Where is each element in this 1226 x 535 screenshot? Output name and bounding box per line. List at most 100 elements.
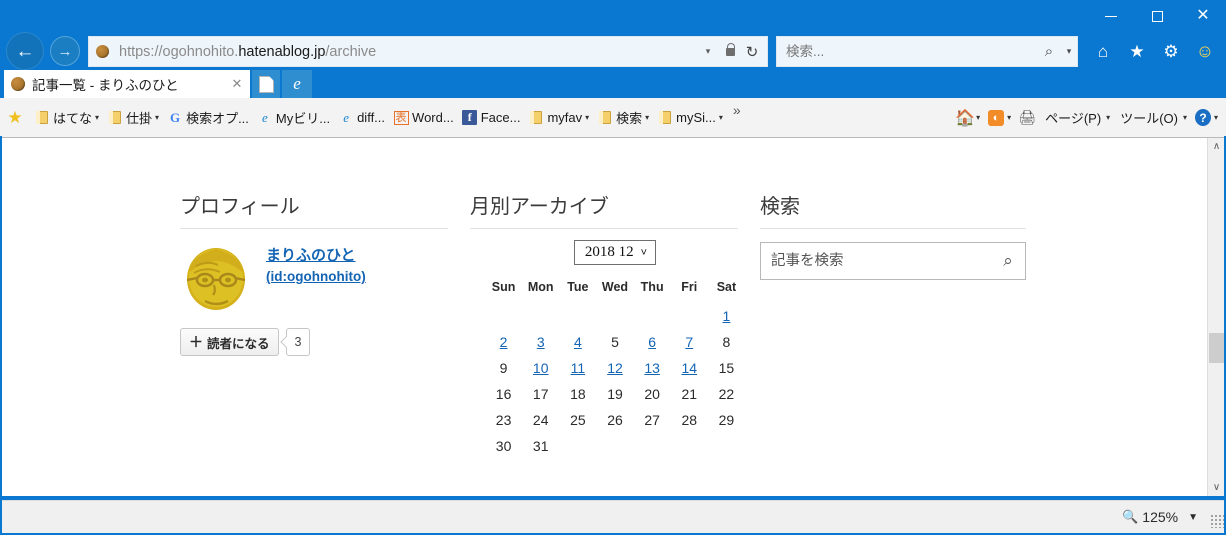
calendar-day-link[interactable]: 4 [574, 334, 582, 350]
site-search-box[interactable]: ⌕ [760, 242, 1026, 280]
calendar-day-link[interactable]: 11 [571, 360, 586, 376]
favorite-item-my-billing[interactable]: e Myビリ... [253, 104, 334, 132]
profile-name-link[interactable]: まりふのひと [266, 246, 366, 266]
scroll-up-button[interactable]: ∧ [1208, 138, 1225, 155]
month-select[interactable]: 2018 12 ˅ [573, 240, 657, 265]
avatar[interactable] [180, 242, 252, 314]
tab-article-list[interactable]: 記事一覧 - まりふのひと ✕ [4, 70, 250, 98]
calendar-day-cell [559, 303, 596, 329]
tools-menu-button[interactable]: ツール(O) ▾ [1114, 104, 1191, 132]
subscribe-button[interactable]: ＋ 読者になる [180, 328, 279, 356]
favorite-label: 仕掛 [126, 111, 153, 126]
calendar-day-text: 30 [495, 438, 512, 454]
favorites-overflow-icon[interactable]: » [727, 102, 747, 118]
print-button[interactable]: 🖨 [1015, 104, 1039, 132]
calendar-day-link[interactable]: 12 [607, 360, 623, 376]
resize-grip[interactable] [1210, 514, 1224, 528]
close-button[interactable]: ✕ [1180, 0, 1226, 32]
zoom-control[interactable]: 🔍 125% ▼ [1122, 509, 1206, 525]
zoom-magnifier-icon: 🔍 [1122, 509, 1139, 524]
edge-open-button[interactable]: e [282, 70, 312, 98]
calendar-day-cell[interactable]: 13 [634, 355, 671, 381]
calendar-day-cell[interactable]: 1 [708, 303, 745, 329]
tab-close-icon[interactable]: ✕ [224, 76, 250, 92]
smiley-feedback-icon[interactable]: ☺ [1188, 36, 1222, 67]
forward-button[interactable]: → [50, 36, 80, 66]
help-menu-button[interactable]: ? ▾ [1191, 104, 1222, 132]
calendar-day-cell: 30 [485, 433, 522, 459]
browser-window: ✕ ← → https://ogohnohito.hatenablog.jp/a… [0, 0, 1226, 535]
calendar-day-link[interactable]: 2 [500, 334, 508, 350]
maximize-button[interactable] [1134, 0, 1180, 32]
browser-search-provider-caret-icon[interactable]: ▾ [1061, 46, 1077, 57]
browser-search-bar[interactable]: ⌕ ▾ [776, 36, 1078, 67]
chevron-down-icon: ▾ [1106, 113, 1111, 122]
calendar-day-cell [671, 303, 708, 329]
browser-search-input[interactable] [777, 43, 1037, 60]
calendar-day-cell: 15 [708, 355, 745, 381]
calendar-day-link[interactable]: 3 [537, 334, 545, 350]
calendar-day-link[interactable]: 7 [685, 334, 693, 350]
calendar-day-cell [634, 303, 671, 329]
calendar-day-cell [596, 433, 633, 459]
folder-icon [597, 110, 613, 126]
month-select-value: 2018 12 [584, 244, 634, 260]
back-arrow-icon: ← [15, 40, 35, 62]
favorite-item-facebook[interactable]: f Face... [458, 104, 525, 132]
calendar-day-cell[interactable]: 6 [634, 329, 671, 355]
calendar-day-cell[interactable]: 4 [559, 329, 596, 355]
calendar-day-cell[interactable]: 10 [522, 355, 559, 381]
profile-links: まりふのひと (id:ogohnohito) [266, 242, 366, 314]
scroll-down-button[interactable]: ∨ [1208, 479, 1225, 496]
calendar-day-cell[interactable]: 2 [485, 329, 522, 355]
site-search-input[interactable] [761, 252, 991, 270]
calendar-day-link[interactable]: 13 [644, 360, 660, 376]
address-dropdown-button[interactable]: ▾ [697, 37, 719, 66]
scrollbar-thumb[interactable] [1209, 333, 1224, 363]
calendar-day-cell[interactable]: 3 [522, 329, 559, 355]
calendar-day-link[interactable]: 6 [648, 334, 656, 350]
minimize-button[interactable] [1088, 0, 1134, 32]
subscribe-row: ＋ 読者になる 3 [180, 328, 470, 356]
page-menu-button[interactable]: ページ(P) ▾ [1039, 104, 1114, 132]
calendar-day-link[interactable]: 1 [723, 308, 731, 324]
vertical-scrollbar[interactable]: ∧ ∨ [1207, 138, 1224, 496]
add-favorite-star-icon[interactable]: ★ [0, 108, 30, 128]
favorite-item-hatena[interactable]: はてな ▾ [30, 104, 103, 132]
security-lock-button[interactable] [719, 37, 741, 66]
favorite-item-kensaku[interactable]: 検索 ▾ [593, 104, 653, 132]
favorite-label: myfav [547, 110, 583, 125]
back-button[interactable]: ← [6, 32, 44, 70]
profile-id-link[interactable]: (id:ogohnohito) [266, 266, 366, 288]
new-tab-button[interactable] [252, 70, 280, 98]
favorite-item-mysite[interactable]: mySi... ▾ [653, 104, 727, 132]
favorite-item-search-options[interactable]: G 検索オプ... [163, 104, 253, 132]
browser-search-magnifier-icon[interactable]: ⌕ [1037, 43, 1061, 60]
settings-gear-icon[interactable]: ⚙ [1154, 36, 1188, 67]
address-bar[interactable]: https://ogohnohito.hatenablog.jp/archive… [88, 36, 768, 67]
subscriber-count-badge[interactable]: 3 [285, 328, 311, 356]
site-search-magnifier-icon[interactable]: ⌕ [991, 251, 1025, 271]
calendar-day-cell[interactable]: 7 [671, 329, 708, 355]
calendar-day-cell[interactable]: 14 [671, 355, 708, 381]
tab-title: 記事一覧 - まりふのひと [32, 78, 179, 93]
favorite-item-word[interactable]: 表 Word... [389, 104, 458, 132]
favorites-star-icon[interactable]: ★ [1120, 36, 1154, 67]
calendar-day-link[interactable]: 10 [533, 360, 549, 376]
calendar-day-cell: 9 [485, 355, 522, 381]
feeds-button[interactable]: ◐ ▾ [984, 104, 1015, 132]
zoom-caret-icon[interactable]: ▼ [1182, 512, 1198, 523]
favorite-item-diff[interactable]: e diff... [334, 104, 389, 132]
calendar-day-cell[interactable]: 12 [596, 355, 633, 381]
subscriber-count: 3 [294, 335, 302, 349]
calendar-day-cell[interactable]: 11 [559, 355, 596, 381]
calendar-day-link[interactable]: 14 [681, 360, 697, 376]
favorite-item-shikake[interactable]: 仕掛 ▾ [103, 104, 163, 132]
minimize-icon [1105, 15, 1117, 17]
favorite-item-myfav[interactable]: myfav ▾ [524, 104, 593, 132]
refresh-button[interactable]: ↻ [741, 37, 763, 66]
home-icon[interactable]: ⌂ [1086, 36, 1120, 67]
home-icon: 🏠 [955, 109, 976, 127]
home-button[interactable]: 🏠 ▾ [953, 104, 984, 132]
favorite-label: はてな [53, 111, 93, 126]
